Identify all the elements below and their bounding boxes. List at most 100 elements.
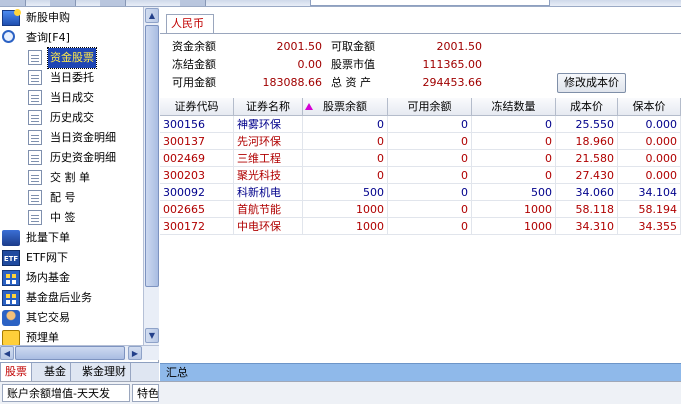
- table-row[interactable]: 300092 科新机电 500 0 500 34.060 34.104: [160, 184, 681, 202]
- table-cell-code: 300137: [160, 133, 234, 150]
- document-icon: [28, 210, 42, 225]
- table-cell-balance: 0: [303, 133, 388, 150]
- toolbar-input[interactable]: [310, 0, 550, 6]
- table-cell-available: 0: [388, 184, 472, 201]
- toolbar-button[interactable]: [180, 0, 206, 6]
- table-cell-available: 0: [388, 201, 472, 218]
- field-value-withdrawable: 2001.50: [436, 40, 483, 53]
- tree-item-label: 查询[F4]: [26, 31, 70, 44]
- field-label-available-amount: 可用金额: [172, 76, 216, 89]
- table-cell-cost: 25.550: [556, 116, 618, 133]
- currency-tab-rmb[interactable]: 人民币: [166, 14, 214, 34]
- column-header[interactable]: 可用余额: [388, 98, 472, 116]
- scroll-thumb[interactable]: [15, 346, 125, 360]
- scroll-left-arrow-icon[interactable]: ◀: [0, 346, 14, 360]
- field-label-withdrawable: 可取金额: [331, 40, 375, 53]
- column-header[interactable]: 证券名称: [234, 98, 303, 116]
- column-header[interactable]: 成本价: [556, 98, 618, 116]
- table-row[interactable]: 002665 首航节能 1000 0 1000 58.118 58.194: [160, 201, 681, 219]
- document-icon: [28, 190, 42, 205]
- table-cell-cost: 18.960: [556, 133, 618, 150]
- table-row[interactable]: 300172 中电环保 1000 0 1000 34.310 34.355: [160, 218, 681, 236]
- table-cell-cost: 27.430: [556, 167, 618, 184]
- summary-row: 汇总: [160, 363, 681, 381]
- tab-fund[interactable]: 基金: [40, 363, 71, 381]
- column-header[interactable]: 保本价: [618, 98, 681, 116]
- scroll-right-arrow-icon[interactable]: ▶: [128, 346, 142, 360]
- table-cell-breakeven: 34.104: [618, 184, 681, 201]
- table-cell-code: 300156: [160, 116, 234, 133]
- tree-item-label: 当日成交: [50, 91, 94, 104]
- table-cell-name: 三维工程: [234, 150, 303, 167]
- column-header[interactable]: 冻结数量: [472, 98, 556, 116]
- table-cell-breakeven: 0.000: [618, 116, 681, 133]
- tree-item-label: 新股申购: [26, 11, 70, 24]
- tree-horizontal-scrollbar[interactable]: ◀ ▶: [0, 345, 159, 360]
- document-icon: [28, 170, 42, 185]
- field-value-frozen-amount: 0.00: [297, 58, 323, 71]
- field-value-available-amount: 183088.66: [262, 76, 323, 89]
- table-row[interactable]: 300203 聚光科技 0 0 0 27.430 0.000: [160, 167, 681, 185]
- sort-ascending-icon: [305, 103, 313, 110]
- document-icon: [28, 110, 42, 125]
- table-cell-code: 300172: [160, 218, 234, 235]
- field-label-total-assets: 总 资 产: [331, 76, 371, 89]
- table-cell-cost: 58.118: [556, 201, 618, 218]
- tab-divider: [160, 33, 681, 34]
- document-icon: [28, 150, 42, 165]
- document-icon: [28, 50, 42, 65]
- tree-item-label: ETF网下: [26, 251, 68, 264]
- column-header[interactable]: 证券代码: [160, 98, 234, 116]
- funds-stock-panel: 人民币 资金余额 2001.50 可取金额 2001.50 冻结金额 0.00 …: [160, 7, 681, 381]
- tree-item-label: 场内基金: [26, 271, 70, 284]
- scroll-down-arrow-icon[interactable]: ▼: [145, 328, 159, 343]
- tree-vertical-scrollbar[interactable]: ▲ ▼: [143, 7, 159, 345]
- modify-cost-price-button[interactable]: 修改成本价: [557, 73, 626, 93]
- toolbar-button[interactable]: [50, 0, 76, 6]
- table-row[interactable]: 300137 先河环保 0 0 0 18.960 0.000: [160, 133, 681, 151]
- tree-item-label: 当日委托: [50, 71, 94, 84]
- table-cell-available: 0: [388, 150, 472, 167]
- table-cell-balance: 1000: [303, 201, 388, 218]
- table-cell-balance: 0: [303, 150, 388, 167]
- tree-item-label: 配 号: [50, 191, 76, 204]
- tree-item-label: 基金盘后业务: [26, 291, 92, 304]
- field-value-fund-balance: 2001.50: [276, 40, 323, 53]
- scroll-up-arrow-icon[interactable]: ▲: [145, 8, 159, 23]
- status-feature-cell[interactable]: 特色: [132, 384, 159, 402]
- column-header[interactable]: 股票余额: [303, 98, 388, 116]
- function-tree-panel: 新股申购 查询[F4] 资金股票 当日委托 当日成交 历史成交 当日资金明细 历史资金明细交 …: [0, 7, 159, 362]
- table-cell-frozen: 0: [472, 150, 556, 167]
- table-row[interactable]: 300156 神雾环保 0 0 0 25.550 0.000: [160, 116, 681, 134]
- table-cell-name: 中电环保: [234, 218, 303, 235]
- table-cell-frozen: 500: [472, 184, 556, 201]
- table-cell-breakeven: 0.000: [618, 133, 681, 150]
- left-bottom-tabs: 股票 基金 紫金理财: [0, 362, 159, 381]
- table-cell-frozen: 1000: [472, 218, 556, 235]
- tree-item-label: 其它交易: [26, 311, 70, 324]
- table-cell-balance: 1000: [303, 218, 388, 235]
- person-icon: [2, 310, 20, 326]
- tab-stock[interactable]: 股票: [0, 363, 32, 381]
- new-stock-icon: [2, 9, 21, 26]
- tree-item-label: 中 签: [50, 211, 76, 224]
- table-row[interactable]: 002469 三维工程 0 0 0 21.580 0.000: [160, 150, 681, 168]
- table-header-row: 证券代码 证券名称 股票余额 可用余额 冻结数量 成本价 保本价: [160, 98, 681, 116]
- table-cell-available: 0: [388, 218, 472, 235]
- table-cell-breakeven: 0.000: [618, 167, 681, 184]
- field-label-stock-market-value: 股票市值: [331, 58, 375, 71]
- field-value-total-assets: 294453.66: [422, 76, 483, 89]
- tree-item-label: 历史资金明细: [50, 151, 116, 164]
- status-bar: 账户余额增值-天天发 特色: [0, 381, 681, 404]
- status-ticker-cell[interactable]: 账户余额增值-天天发: [2, 384, 130, 402]
- document-icon: [28, 90, 42, 105]
- toolbar-button[interactable]: [100, 0, 126, 6]
- toolbar-button[interactable]: [0, 0, 26, 6]
- scroll-thumb[interactable]: [145, 25, 159, 287]
- tab-zijin-finance[interactable]: 紫金理财: [78, 363, 131, 381]
- table-cell-code: 002469: [160, 150, 234, 167]
- table-cell-name: 聚光科技: [234, 167, 303, 184]
- batch-order-icon: [2, 230, 20, 246]
- table-cell-frozen: 0: [472, 116, 556, 133]
- document-icon: [28, 70, 42, 85]
